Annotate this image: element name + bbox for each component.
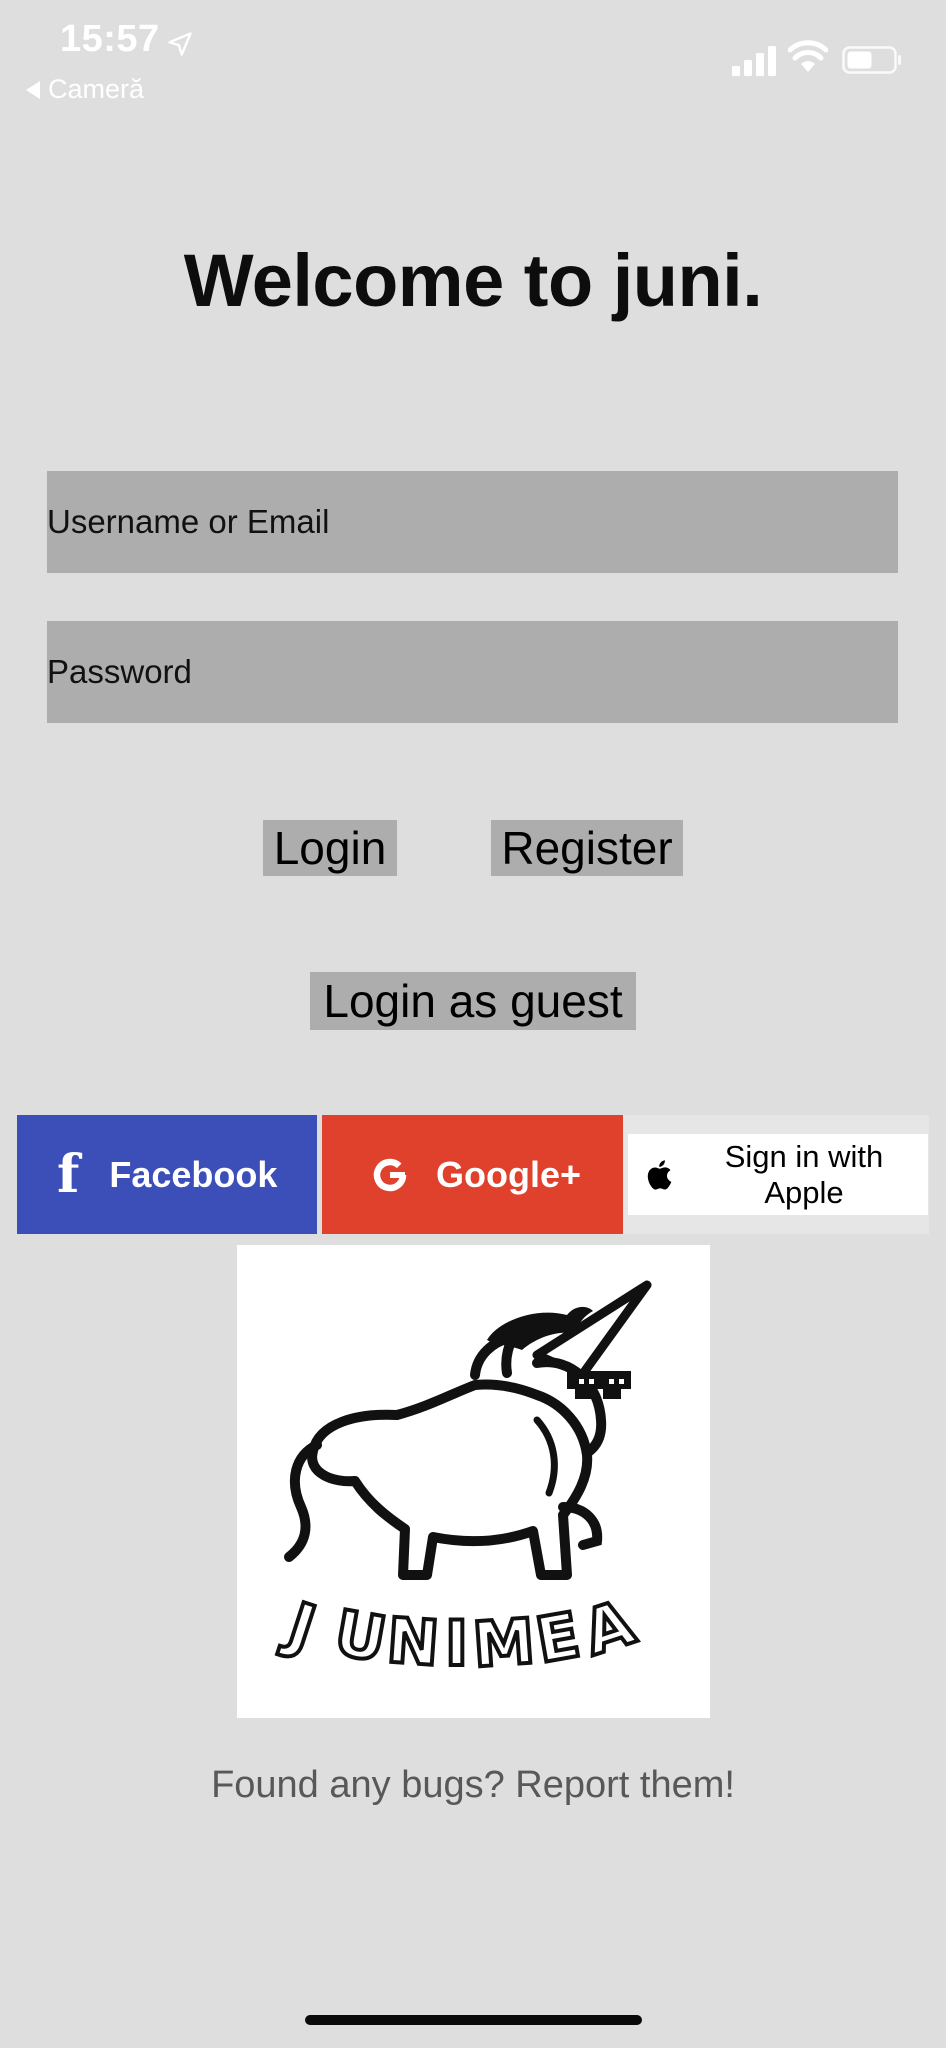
- apple-icon: [646, 1159, 672, 1190]
- unicorn-logo-image: J U N I M E A: [274, 1280, 652, 1684]
- sign-in-with-apple-button[interactable]: Sign in with Apple: [628, 1134, 928, 1215]
- google-label: Google+: [436, 1153, 582, 1195]
- back-arrow-icon: [26, 80, 40, 99]
- junimea-logo: J U N I M E A: [237, 1245, 710, 1718]
- login-button[interactable]: Login: [263, 820, 397, 876]
- signal-icon: [732, 46, 776, 76]
- back-to-camera-link[interactable]: Cameră: [26, 74, 144, 105]
- svg-text:N: N: [385, 1604, 442, 1680]
- facebook-icon: f: [57, 1144, 80, 1205]
- password-input[interactable]: [47, 621, 898, 723]
- google-icon: [370, 1155, 410, 1195]
- login-as-guest-button[interactable]: Login as guest: [310, 972, 636, 1030]
- facebook-label: Facebook: [109, 1153, 278, 1195]
- svg-text:J: J: [276, 1587, 324, 1665]
- page-title: Welcome to juni.: [183, 239, 763, 322]
- facebook-login-button[interactable]: f Facebook: [17, 1115, 317, 1234]
- svg-text:U: U: [329, 1596, 391, 1677]
- svg-text:M: M: [470, 1604, 537, 1681]
- battery-icon: [842, 46, 901, 74]
- back-label: Cameră: [48, 74, 145, 104]
- status-time: 15:57: [60, 18, 160, 60]
- register-button[interactable]: Register: [491, 820, 683, 876]
- username-input[interactable]: [47, 471, 898, 573]
- google-login-button[interactable]: Google+: [322, 1115, 623, 1234]
- wifi-icon: [788, 40, 828, 72]
- apple-label: Sign in with Apple: [724, 1138, 884, 1210]
- report-bugs-link[interactable]: Found any bugs? Report them!: [0, 1764, 946, 1807]
- location-arrow-icon: [168, 32, 192, 56]
- home-indicator[interactable]: [305, 2015, 642, 2025]
- svg-text:A: A: [574, 1585, 642, 1669]
- svg-text:I: I: [445, 1607, 468, 1680]
